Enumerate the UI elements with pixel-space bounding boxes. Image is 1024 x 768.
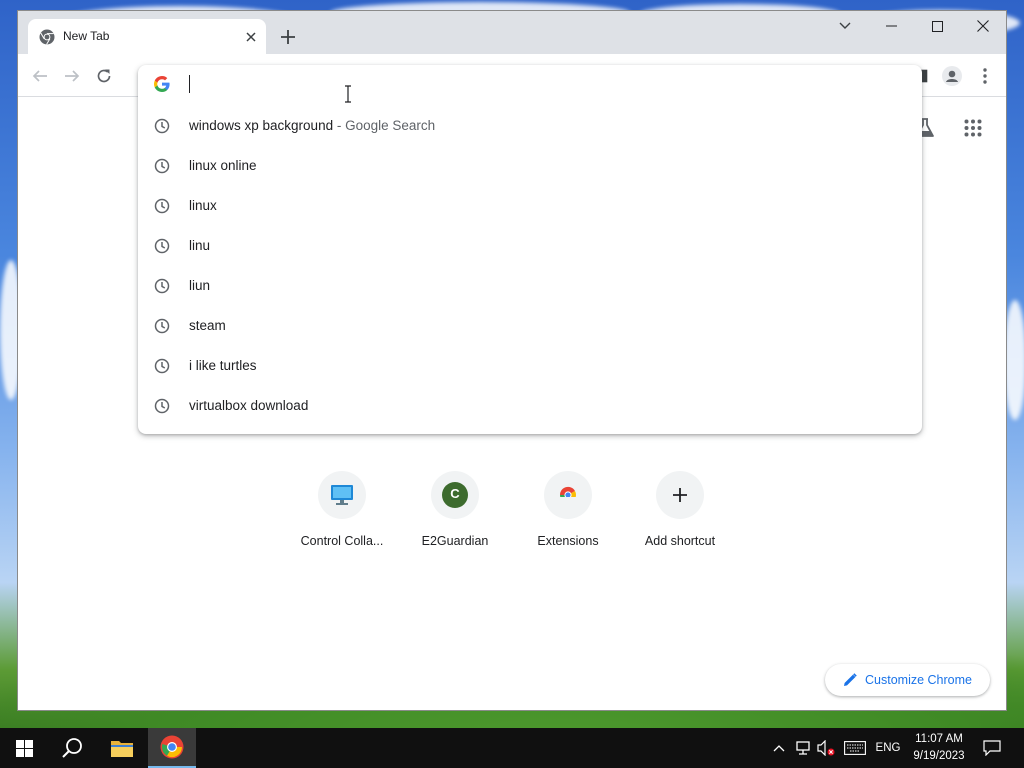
shortcut-extensions[interactable]: Extensions [512,471,624,561]
suggestion-query: windows xp background [189,118,334,133]
suggestion-text: windows xp background - Google Search [189,118,435,133]
omnibox-suggestion[interactable]: linux online [138,146,922,186]
shortcut-label: E2Guardian [421,534,489,548]
suggestion-text: liun [189,278,211,293]
omnibox-suggestion[interactable]: steam [138,306,922,346]
tab-new-tab[interactable]: New Tab [28,19,266,54]
history-clock-icon [154,158,170,174]
shortcut-icon-wrap [544,471,592,519]
omnibox-suggestion[interactable]: linu [138,226,922,266]
shortcut-e2guardian[interactable]: C E2Guardian [399,471,511,561]
chevron-up-icon[interactable] [772,738,786,758]
browser-window: New Tab Control Colla... C E2Guardian Ex… [17,10,1007,711]
history-clock-icon [154,238,170,254]
chrome-favicon-icon [39,29,55,45]
suggestion-suffix: Google Search [345,118,436,133]
tab-search-chevron-down-icon[interactable] [822,11,868,41]
tab-strip: New Tab [18,11,1006,54]
omnibox-suggestion[interactable]: virtualbox download [138,386,922,426]
taskbar-chrome-icon[interactable] [148,728,196,768]
suggestion-text: linu [189,238,211,253]
suggestion-text: steam [189,318,226,333]
customize-chrome-button[interactable]: Customize Chrome [825,664,990,696]
history-clock-icon [154,398,170,414]
google-g-icon [154,76,170,92]
keyboard-icon[interactable] [843,738,867,758]
history-clock-icon [154,318,170,334]
forward-arrow-icon[interactable] [58,62,86,90]
plus-icon [673,488,687,502]
clock-time: 11:07 AM [915,733,963,745]
suggestion-text: i like turtles [189,358,257,373]
notifications-icon[interactable] [982,738,1002,758]
history-clock-icon [154,358,170,374]
shortcut-add[interactable]: Add shortcut [624,471,736,561]
shortcut-label: Extensions [537,534,599,548]
omnibox-suggestion[interactable]: i like turtles [138,346,922,386]
omnibox-dropdown: windows xp background - Google Search li… [138,65,922,434]
suggestion-separator: - [336,118,342,133]
history-clock-icon [154,278,170,294]
taskbar: ENG 11:07 AM 9/19/2023 [0,728,1024,768]
pencil-icon [844,673,857,686]
more-vert-icon[interactable] [971,62,999,90]
shortcut-control-collab[interactable]: Control Colla... [286,471,398,561]
taskbar-clock[interactable]: 11:07 AM 9/19/2023 [906,731,972,765]
minimize-icon[interactable] [868,11,914,41]
profile-avatar-icon[interactable] [938,62,966,90]
suggestion-text: virtualbox download [189,398,309,413]
tab-title: New Tab [63,29,110,43]
new-tab-plus-icon[interactable] [276,25,300,49]
speaker-muted-icon[interactable] [817,738,835,758]
text-caret [189,75,190,93]
ibeam-cursor-icon [345,85,351,103]
omnibox-input[interactable] [188,71,888,97]
customize-chrome-label: Customize Chrome [865,673,972,687]
tab-close-icon[interactable] [242,28,260,46]
history-clock-icon [154,198,170,214]
network-icon[interactable] [794,738,812,758]
clock-date: 9/19/2023 [913,750,965,762]
maximize-icon[interactable] [914,11,960,41]
suggestion-text: linux [189,198,217,213]
shortcut-label: Add shortcut [644,534,716,548]
omnibox-suggestion[interactable]: windows xp background - Google Search [138,106,922,146]
start-windows-icon[interactable] [0,728,48,768]
close-icon[interactable] [960,11,1006,41]
monitor-icon [331,485,353,505]
chrome-icon [558,486,578,505]
google-apps-grid-icon[interactable] [957,112,989,144]
shortcut-icon-wrap [318,471,366,519]
search-icon[interactable] [48,728,96,768]
omnibox-suggestion[interactable]: linux [138,186,922,226]
back-arrow-icon[interactable] [26,62,54,90]
file-explorer-folder-icon[interactable] [98,728,146,768]
suggestion-text: linux online [189,158,257,173]
shortcut-label: Control Colla... [300,534,384,548]
omnibox-suggestion[interactable]: liun [138,266,922,306]
shortcut-icon-wrap [656,471,704,519]
reload-icon[interactable] [90,62,118,90]
input-language[interactable]: ENG [874,738,902,758]
history-clock-icon [154,118,170,134]
shortcut-icon-wrap: C [431,471,479,519]
letter-avatar-text: C [450,486,460,501]
